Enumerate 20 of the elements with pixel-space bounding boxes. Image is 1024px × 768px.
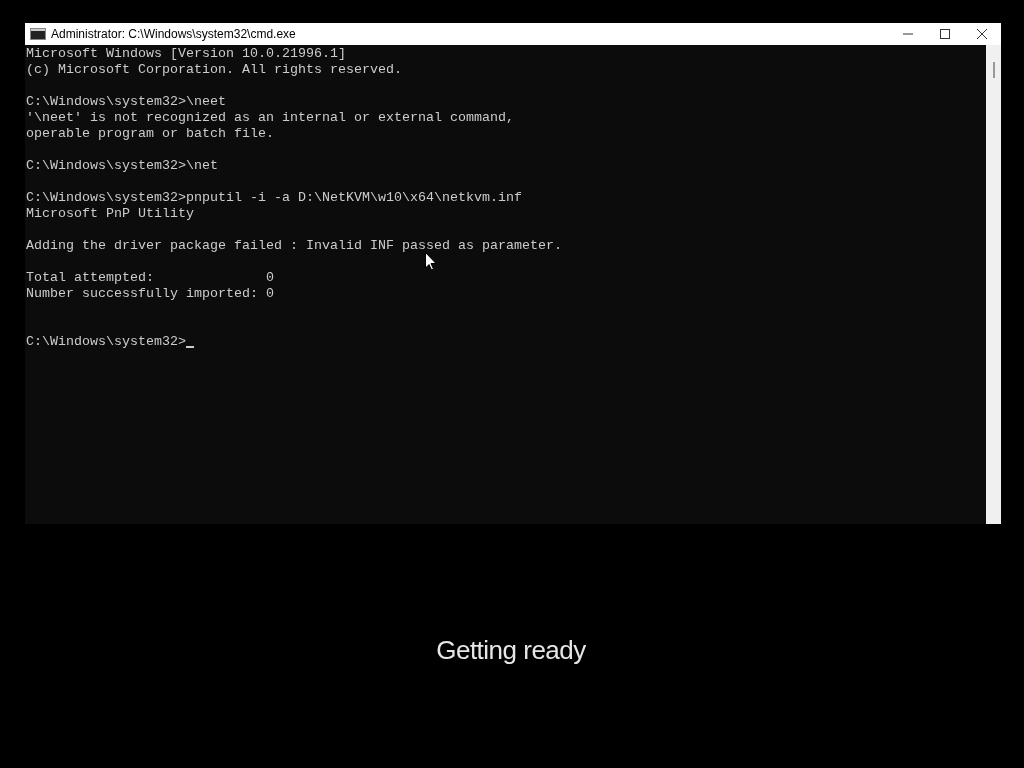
console-line: '\neet' is not recognized as an internal or external command, [26,110,514,126]
window-title: Administrator: C:\Windows\system32\cmd.exe [51,26,296,43]
console-line: C:\Windows\system32>\net [26,158,218,174]
console-line: C:\Windows\system32>\neet [26,94,226,110]
console-line: (c) Microsoft Corporation. All rights reserved. [26,62,402,78]
status-message: Getting ready [436,634,586,667]
mouse-pointer-icon [425,252,437,271]
console-icon [30,28,46,40]
text-cursor [185,346,194,348]
console-line: Adding the driver package failed : Invalid INF passed as parameter. [26,238,562,254]
console-line: Number successfully imported: 0 [26,286,274,302]
console-line: operable program or batch file. [26,126,274,142]
console-line: Total attempted: 0 [26,270,274,286]
console-line: C:\Windows\system32>pnputil -i -a D:\NetKVM\w10\x64\netkvm.inf [26,190,522,206]
maximize-icon [940,29,950,39]
console-prompt: C:\Windows\system32> [26,334,186,350]
close-icon [977,29,987,39]
console-line: Microsoft Windows [Version 10.0.21996.1] [26,46,346,62]
console-line: Microsoft PnP Utility [26,206,194,222]
scrollbar-thumb[interactable] [992,62,995,78]
